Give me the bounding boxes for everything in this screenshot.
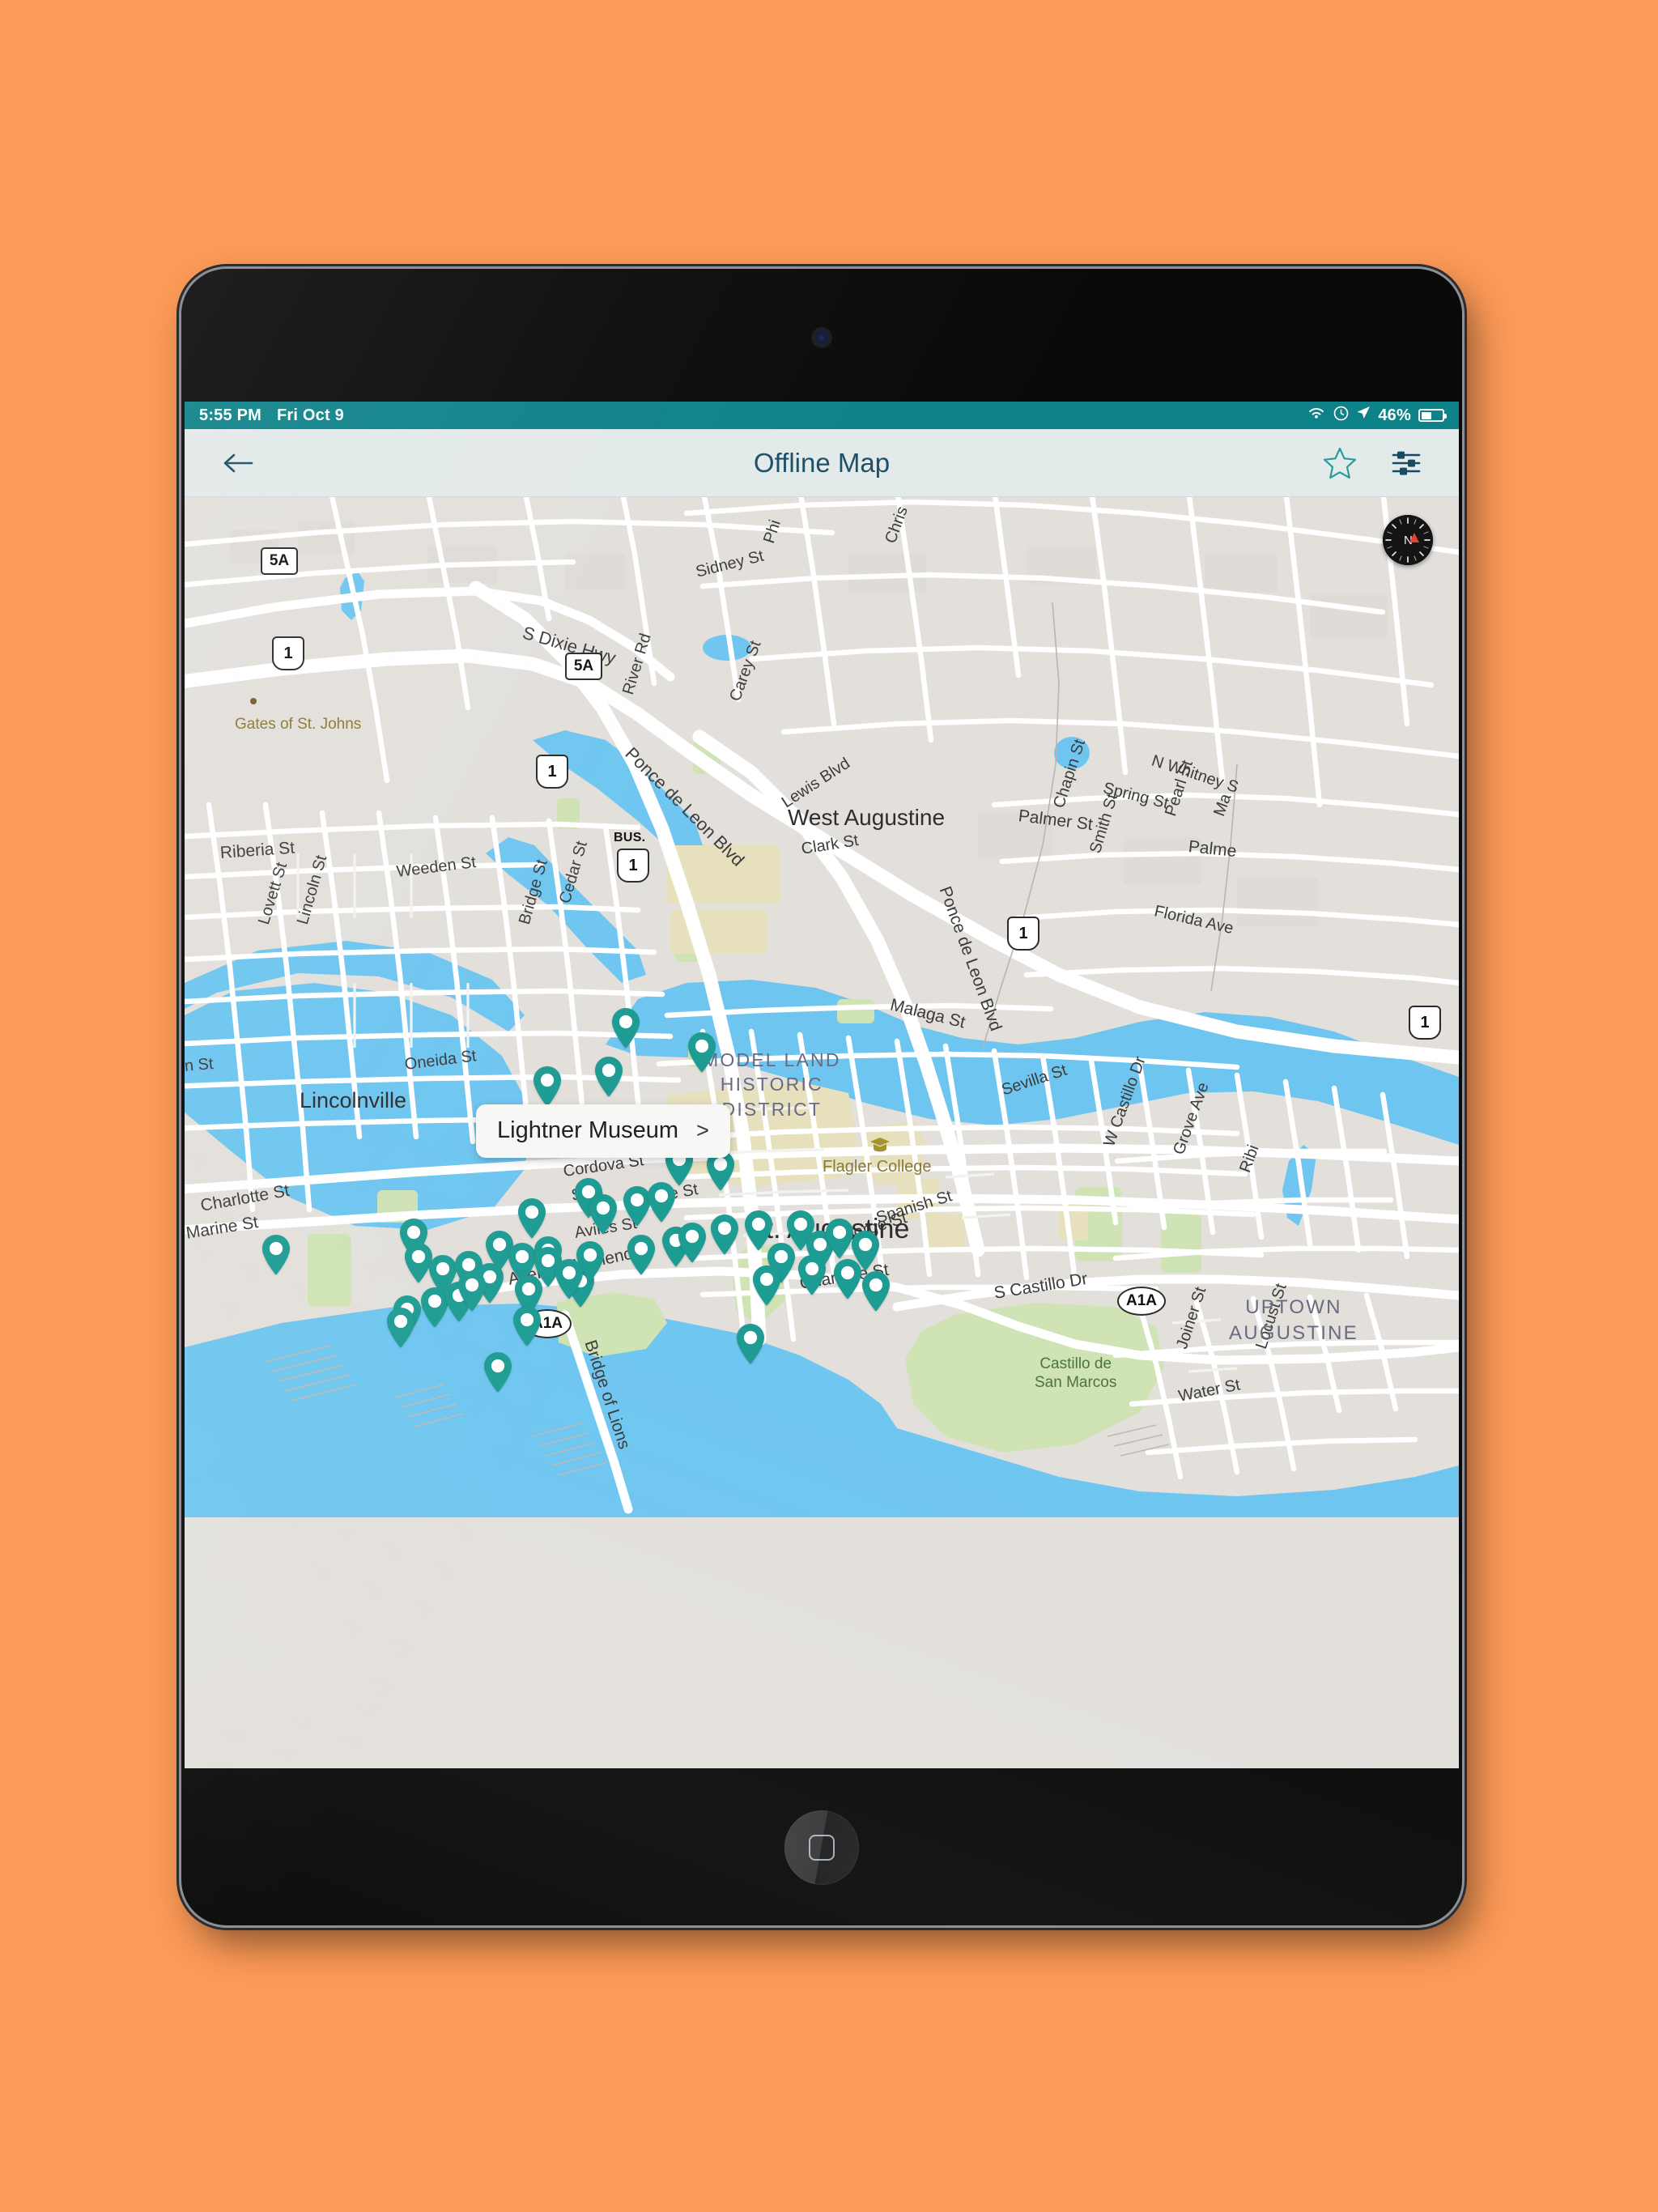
sliders-icon — [1392, 451, 1421, 475]
favorite-star-button[interactable] — [1318, 441, 1362, 485]
status-date: Fri Oct 9 — [277, 406, 344, 424]
back-arrow-icon — [223, 453, 253, 472]
battery-icon — [1418, 409, 1447, 422]
status-time: 5:55 PM — [199, 406, 261, 424]
page-title: Offline Map — [753, 447, 891, 478]
wifi-icon — [1307, 406, 1326, 425]
tablet-screen: 5:55 PM Fri Oct 9 46% Offline Map N Sidn… — [185, 402, 1459, 1768]
location-arrow-icon — [1356, 406, 1371, 425]
tablet-device: 5:55 PM Fri Oct 9 46% Offline Map N Sidn… — [181, 269, 1462, 1925]
back-button[interactable] — [215, 440, 261, 486]
home-button[interactable] — [784, 1810, 859, 1885]
compass-control[interactable]: N — [1383, 515, 1433, 565]
map-vector-layer: .w { fill:#6ec6f0; } .pk { fill:#cfe3b4;… — [185, 497, 1459, 1768]
nav-bar: Offline Map — [185, 429, 1459, 497]
callout-title: Lightner Museum — [497, 1117, 679, 1143]
home-square-icon — [809, 1835, 835, 1861]
front-camera — [811, 327, 832, 348]
battery-percent: 46% — [1378, 406, 1411, 424]
filter-settings-button[interactable] — [1384, 441, 1428, 485]
callout-chevron-icon: > — [696, 1118, 709, 1142]
map-canvas[interactable]: .w { fill:#6ec6f0; } .pk { fill:#cfe3b4;… — [185, 497, 1459, 1768]
star-outline-icon — [1323, 447, 1357, 479]
map-callout[interactable]: Lightner Museum > — [476, 1104, 730, 1158]
status-bar: 5:55 PM Fri Oct 9 46% — [185, 402, 1459, 429]
orientation-lock-icon — [1333, 406, 1349, 426]
